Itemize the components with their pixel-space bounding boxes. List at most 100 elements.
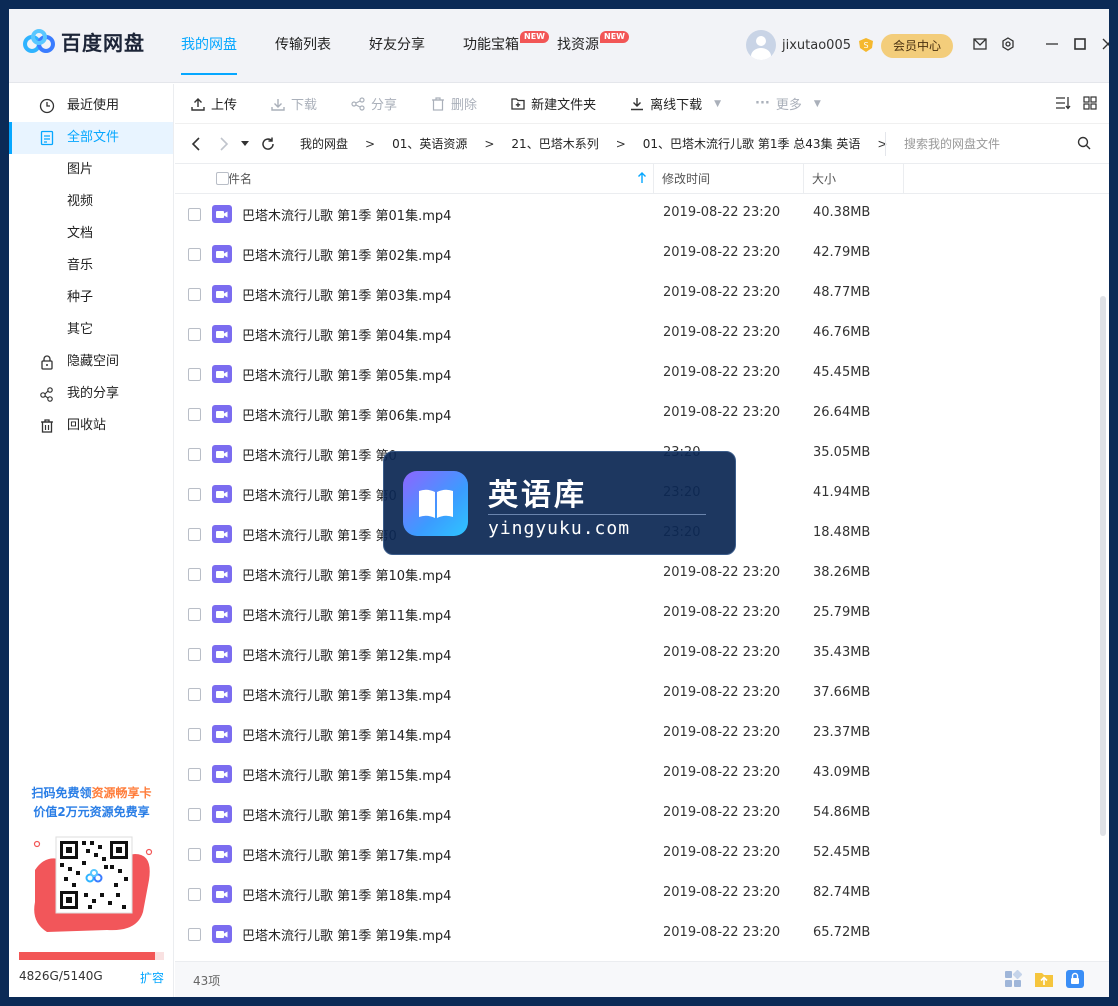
file-name[interactable]: 巴塔木流行儿歌 第1季 第19集.mp4	[242, 925, 451, 944]
more-button[interactable]: ··· 更多 ▼	[755, 94, 821, 113]
nav-my-disk[interactable]: 我的网盘	[181, 9, 237, 83]
sort-asc-icon[interactable]	[637, 171, 647, 184]
file-name[interactable]: 巴塔木流行儿歌 第1季 第06集.mp4	[242, 405, 451, 424]
history-dropdown-icon[interactable]	[241, 140, 249, 147]
mail-icon[interactable]	[972, 36, 988, 52]
table-row[interactable]: 巴塔木流行儿歌 第1季 第19集.mp4 2019-08-22 23:20 65.7…	[175, 914, 1109, 951]
sidebar-item-images[interactable]: 图片	[9, 154, 173, 186]
refresh-icon[interactable]	[261, 137, 275, 151]
member-center-button[interactable]: 会员中心	[881, 34, 953, 58]
sidebar-item-my-share[interactable]: 我的分享	[9, 378, 173, 410]
offline-download-button[interactable]: 离线下载 ▼	[630, 94, 721, 113]
row-checkbox[interactable]	[188, 888, 201, 901]
sidebar-item-music[interactable]: 音乐	[9, 250, 173, 282]
breadcrumb-item[interactable]: 我的网盘	[300, 135, 348, 152]
row-checkbox[interactable]	[188, 768, 201, 781]
sidebar-item-all-files[interactable]: 全部文件	[9, 122, 173, 154]
column-size[interactable]: 大小	[804, 163, 904, 194]
row-checkbox[interactable]	[188, 688, 201, 701]
file-name[interactable]: 巴塔木流行儿歌 第1季 第0	[242, 485, 397, 504]
scrollbar-thumb[interactable]	[1100, 296, 1106, 836]
promo-qr-card[interactable]	[27, 832, 157, 942]
file-name[interactable]: 巴塔木流行儿歌 第1季 第18集.mp4	[242, 885, 451, 904]
table-row[interactable]: 巴塔木流行儿歌 第1季 第04集.mp4 2019-08-22 23:20 46.7…	[175, 314, 1109, 354]
back-arrow-icon[interactable]	[191, 136, 201, 151]
chevron-down-icon[interactable]: ▼	[714, 99, 721, 109]
row-checkbox[interactable]	[188, 328, 201, 341]
new-folder-button[interactable]: 新建文件夹	[511, 94, 596, 113]
breadcrumb-item[interactable]: 21、巴塔木系列	[511, 135, 598, 152]
table-row[interactable]: 巴塔木流行儿歌 第1季 第17集.mp4 2019-08-22 23:20 52.4…	[175, 834, 1109, 874]
table-row[interactable]: 巴塔木流行儿歌 第1季 第02集.mp4 2019-08-22 23:20 42.7…	[175, 234, 1109, 274]
row-checkbox[interactable]	[188, 608, 201, 621]
file-name[interactable]: 巴塔木流行儿歌 第1季 第17集.mp4	[242, 845, 451, 864]
table-row[interactable]: 巴塔木流行儿歌 第1季 第05集.mp4 2019-08-22 23:20 45.4…	[175, 354, 1109, 394]
table-row[interactable]: 巴塔木流行儿歌 第1季 第01集.mp4 2019-08-22 23:20 40.3…	[175, 194, 1109, 234]
table-row[interactable]: 巴塔木流行儿歌 第1季 第13集.mp4 2019-08-22 23:20 37.6…	[175, 674, 1109, 714]
minimize-icon[interactable]	[1044, 36, 1060, 52]
upload-button[interactable]: 上传	[191, 94, 237, 113]
upload-folder-icon[interactable]	[1034, 970, 1054, 988]
file-name[interactable]: 巴塔木流行儿歌 第1季 第13集.mp4	[242, 685, 451, 704]
row-checkbox[interactable]	[188, 288, 201, 301]
promo-banner[interactable]: 扫码免费领资源畅享卡 价值2万元资源免费享	[19, 784, 164, 942]
row-checkbox[interactable]	[188, 928, 201, 941]
list-sort-icon[interactable]	[1055, 96, 1071, 110]
column-modified[interactable]: 修改时间	[654, 163, 804, 194]
search-input[interactable]: 搜索我的网盘文件	[885, 132, 1097, 156]
grid-view-icon[interactable]	[1083, 96, 1097, 110]
avatar[interactable]	[746, 30, 776, 60]
table-row[interactable]: 巴塔木流行儿歌 第1季 第15集.mp4 2019-08-22 23:20 43.0…	[175, 754, 1109, 794]
table-row[interactable]: 巴塔木流行儿歌 第1季 第03集.mp4 2019-08-22 23:20 48.7…	[175, 274, 1109, 314]
file-name[interactable]: 巴塔木流行儿歌 第1季 第01集.mp4	[242, 205, 451, 224]
file-name[interactable]: 巴塔木流行儿歌 第1季 第0	[242, 445, 397, 464]
row-checkbox[interactable]	[188, 528, 201, 541]
column-name[interactable]: 文件名	[175, 163, 654, 194]
row-checkbox[interactable]	[188, 248, 201, 261]
row-checkbox[interactable]	[188, 728, 201, 741]
nav-toolbox[interactable]: 功能宝箱 NEW	[463, 9, 549, 83]
row-checkbox[interactable]	[188, 648, 201, 661]
sidebar-item-other[interactable]: 其它	[9, 314, 173, 346]
username[interactable]: jixutao005	[782, 38, 851, 53]
table-row[interactable]: 巴塔木流行儿歌 第1季 第11集.mp4 2019-08-22 23:20 25.7…	[175, 594, 1109, 634]
table-row[interactable]: 巴塔木流行儿歌 第1季 第14集.mp4 2019-08-22 23:20 23.3…	[175, 714, 1109, 754]
table-row[interactable]: 巴塔木流行儿歌 第1季 第16集.mp4 2019-08-22 23:20 54.8…	[175, 794, 1109, 834]
table-row[interactable]: 巴塔木流行儿歌 第1季 第18集.mp4 2019-08-22 23:20 82.7…	[175, 874, 1109, 914]
table-row[interactable]: 巴塔木流行儿歌 第1季 第10集.mp4 2019-08-22 23:20 38.2…	[175, 554, 1109, 594]
file-name[interactable]: 巴塔木流行儿歌 第1季 第10集.mp4	[242, 565, 451, 584]
file-name[interactable]: 巴塔木流行儿歌 第1季 第14集.mp4	[242, 725, 451, 744]
search-icon[interactable]	[1077, 136, 1091, 150]
app-logo[interactable]: 百度网盘	[23, 27, 145, 56]
row-checkbox[interactable]	[188, 808, 201, 821]
sidebar-item-recent[interactable]: 最近使用	[9, 90, 173, 122]
row-checkbox[interactable]	[188, 408, 201, 421]
share-button[interactable]: 分享	[351, 94, 397, 113]
row-checkbox[interactable]	[188, 208, 201, 221]
breadcrumb-item[interactable]: 01、英语资源	[392, 135, 467, 152]
file-name[interactable]: 巴塔木流行儿歌 第1季 第03集.mp4	[242, 285, 451, 304]
file-name[interactable]: 巴塔木流行儿歌 第1季 第12集.mp4	[242, 645, 451, 664]
row-checkbox[interactable]	[188, 568, 201, 581]
file-name[interactable]: 巴塔木流行儿歌 第1季 第0	[242, 525, 397, 544]
table-row[interactable]: 巴塔木流行儿歌 第1季 第06集.mp4 2019-08-22 23:20 26.6…	[175, 394, 1109, 434]
row-checkbox[interactable]	[188, 368, 201, 381]
sidebar-item-recycle-bin[interactable]: 回收站	[9, 410, 173, 442]
nav-friend-share[interactable]: 好友分享	[369, 9, 425, 83]
expand-storage-link[interactable]: 扩容	[140, 969, 164, 986]
delete-button[interactable]: 删除	[431, 94, 477, 113]
download-button[interactable]: 下载	[271, 94, 317, 113]
sidebar-item-hidden-space[interactable]: 隐藏空间	[9, 346, 173, 378]
user-info[interactable]: jixutao005 S	[746, 30, 875, 60]
nav-transfer-list[interactable]: 传输列表	[275, 9, 331, 83]
sidebar-item-documents[interactable]: 文档	[9, 218, 173, 250]
lock-icon[interactable]	[1066, 970, 1084, 988]
file-name[interactable]: 巴塔木流行儿歌 第1季 第05集.mp4	[242, 365, 451, 384]
settings-icon[interactable]	[1000, 36, 1016, 52]
file-name[interactable]: 巴塔木流行儿歌 第1季 第11集.mp4	[242, 605, 451, 624]
close-icon[interactable]	[1100, 36, 1109, 52]
forward-arrow-icon[interactable]	[219, 136, 229, 151]
apps-icon[interactable]	[1004, 970, 1022, 988]
table-row[interactable]: 巴塔木流行儿歌 第1季 第12集.mp4 2019-08-22 23:20 35.4…	[175, 634, 1109, 674]
file-name[interactable]: 巴塔木流行儿歌 第1季 第02集.mp4	[242, 245, 451, 264]
